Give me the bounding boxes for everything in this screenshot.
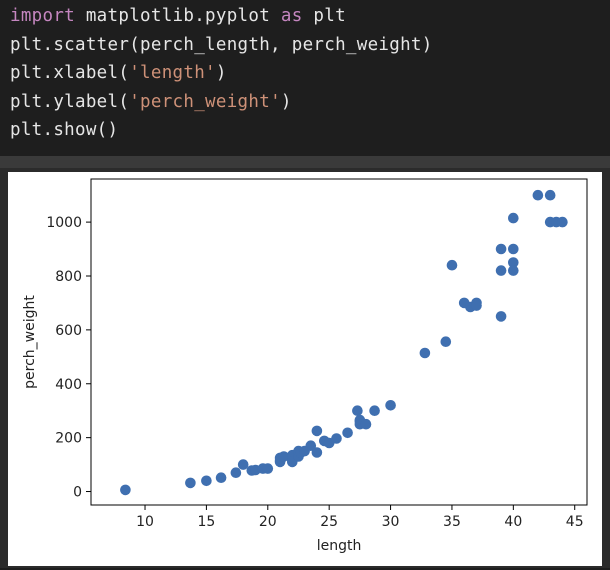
x-tick-label: 20 [259, 514, 277, 530]
data-point [458, 297, 470, 309]
data-point [311, 447, 323, 458]
x-axis-label: length [317, 538, 362, 554]
data-point [508, 212, 519, 224]
y-axis-label: perch_weight [22, 295, 38, 389]
x-tick-label: 15 [197, 514, 215, 530]
code-line-1: import matplotlib.pyplot as plt [10, 6, 346, 26]
data-point [508, 265, 519, 276]
cell-divider [0, 156, 610, 168]
x-tick-label: 40 [504, 514, 522, 530]
y-tick-label: 1000 [46, 215, 82, 231]
data-point [557, 216, 568, 228]
data-point [440, 336, 452, 347]
y-tick-label: 600 [55, 323, 82, 339]
data-point [311, 425, 323, 437]
code-text: ) [215, 63, 227, 83]
data-point [446, 259, 458, 271]
data-point [419, 347, 431, 359]
keyword-import: import [10, 6, 76, 26]
chart-figure: 10 15 20 25 30 35 40 45 0 200 400 600 800 1000 length… [8, 172, 602, 566]
string-literal: 'length' [129, 63, 216, 83]
code-line-5: plt.show() [10, 120, 119, 140]
y-tick-label: 800 [55, 269, 82, 285]
data-point [369, 405, 380, 416]
data-point [544, 189, 556, 201]
scatter-chart: 10 15 20 25 30 35 40 45 0 200 400 600 800 1000 length… [8, 172, 602, 566]
code-line-4: plt.ylabel('perch_weight') [10, 92, 292, 112]
x-tick-label: 35 [443, 514, 461, 530]
code-text: matplotlib.pyplot [75, 6, 281, 26]
data-point [352, 405, 363, 416]
data-point [230, 467, 242, 479]
data-point [495, 311, 507, 322]
data-point [385, 400, 396, 411]
data-point [495, 243, 507, 255]
data-point [120, 484, 131, 496]
x-tick-label: 10 [136, 514, 154, 530]
x-tick-label: 25 [320, 514, 338, 530]
code-cell[interactable]: import matplotlib.pyplot as plt plt.scat… [0, 0, 610, 156]
data-point [508, 243, 519, 255]
data-point [185, 477, 196, 489]
data-point [215, 472, 227, 484]
data-point [342, 427, 353, 439]
x-tick-label: 30 [382, 514, 400, 530]
data-point [495, 265, 507, 276]
data-point [331, 433, 342, 444]
data-point [471, 300, 482, 311]
code-text: ) [280, 92, 292, 112]
y-tick-label: 200 [55, 431, 82, 447]
code-text: plt.xlabel( [10, 63, 130, 83]
string-literal: 'perch_weight' [129, 92, 281, 112]
data-point [237, 459, 249, 470]
code-line-3: plt.xlabel('length') [10, 63, 227, 83]
y-tick-label: 0 [73, 485, 82, 501]
data-point [262, 463, 274, 474]
code-text: plt [302, 6, 346, 26]
code-text: plt.ylabel( [10, 92, 130, 112]
keyword-as: as [280, 6, 303, 26]
data-point [360, 418, 372, 430]
code-line-2: plt.scatter(perch_length, perch_weight) [10, 35, 433, 55]
data-point [532, 189, 544, 201]
y-tick-label: 400 [55, 377, 82, 393]
x-tick-label: 45 [566, 514, 584, 530]
data-point [201, 475, 212, 487]
output-cell: 10 15 20 25 30 35 40 45 0 200 400 600 800 1000 length… [0, 168, 610, 568]
